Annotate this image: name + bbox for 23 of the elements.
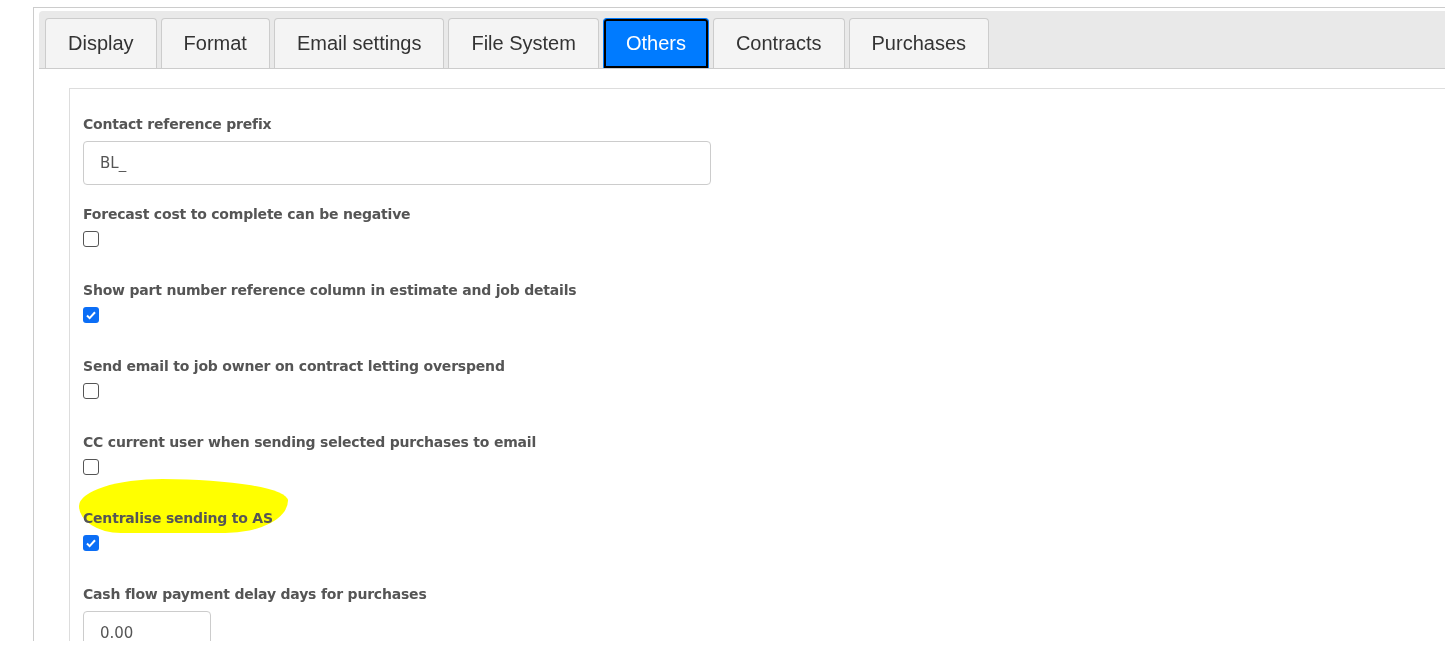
checkbox[interactable] [83, 307, 99, 323]
field-label: Cash flow payment delay days for purchases [83, 586, 427, 602]
tab[interactable]: Purchases [848, 18, 989, 68]
tab[interactable]: Contracts [712, 18, 845, 68]
check-icon [85, 309, 97, 321]
tab[interactable]: Others [602, 18, 709, 68]
text-field[interactable]: 0.00 [83, 611, 211, 641]
tab[interactable]: Format [160, 18, 270, 68]
field-label: Show part number reference column in estimate and job details [83, 282, 577, 298]
field-label: CC current user when sending selected purchases to email [83, 434, 537, 450]
tab[interactable]: Email settings [273, 18, 445, 68]
checkbox[interactable] [83, 383, 99, 399]
field-label: Send email to job owner on contract letting overspend [83, 358, 505, 374]
tab[interactable]: File System [448, 18, 599, 68]
checkbox[interactable] [83, 459, 99, 475]
tab[interactable]: Display [45, 18, 157, 68]
checkbox[interactable] [83, 231, 99, 247]
field-label: Centralise sending to AS [83, 510, 273, 526]
text-field[interactable]: BL_ [83, 141, 711, 185]
checkbox[interactable] [83, 535, 99, 551]
check-icon [85, 537, 97, 549]
field-label: Contact reference prefix [83, 116, 272, 132]
field-label: Forecast cost to complete can be negative [83, 206, 411, 222]
